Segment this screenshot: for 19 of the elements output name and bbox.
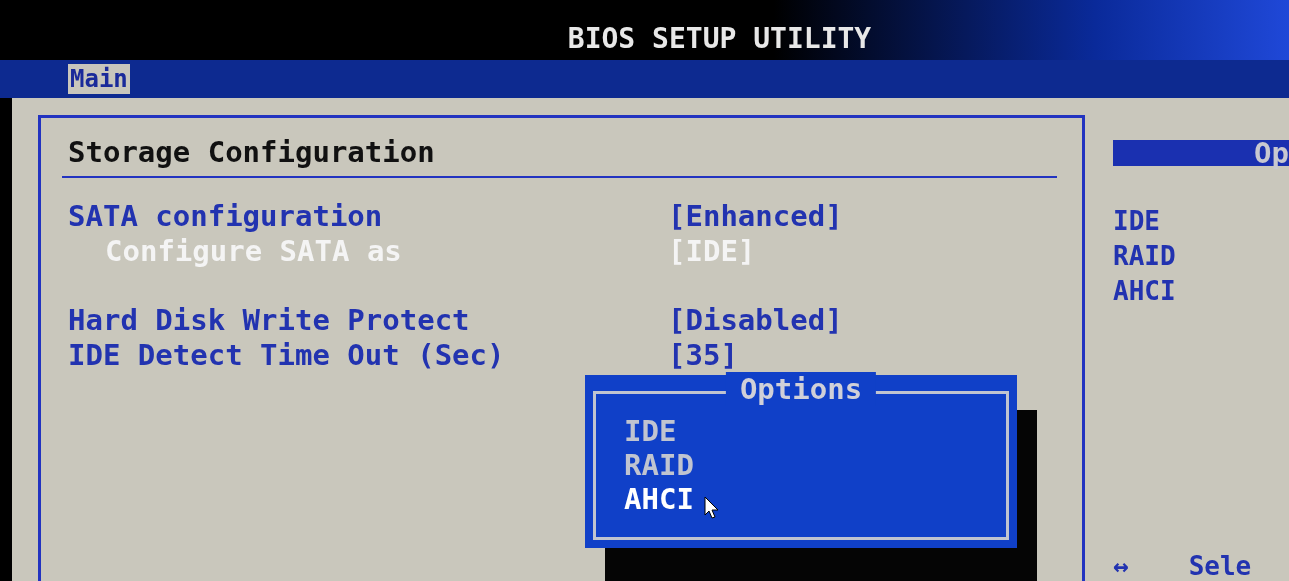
- setting-value[interactable]: [35]: [668, 337, 738, 372]
- window-title: BIOS SETUP UTILITY: [567, 22, 872, 56]
- setting-label[interactable]: Hard Disk Write Protect: [68, 302, 668, 337]
- setting-label[interactable]: IDE Detect Time Out (Sec): [68, 337, 668, 372]
- section-title: Storage Configuration: [68, 134, 436, 171]
- setting-value[interactable]: [Disabled]: [668, 302, 843, 337]
- setting-label[interactable]: SATA configuration: [68, 198, 668, 233]
- setting-value[interactable]: [Enhanced]: [668, 198, 843, 233]
- help-option: AHCI: [1113, 274, 1289, 309]
- popup-option[interactable]: RAID: [624, 448, 694, 482]
- key-hint: ↔: [1113, 551, 1129, 581]
- popup-title: Options: [725, 372, 877, 406]
- tab[interactable]: Main: [68, 64, 130, 94]
- popup-option[interactable]: AHCI: [624, 482, 694, 516]
- key-action: Sele: [1188, 551, 1252, 581]
- help-option: IDE: [1113, 204, 1289, 239]
- help-option: RAID: [1113, 239, 1289, 274]
- popup-option[interactable]: IDE: [624, 414, 677, 448]
- mouse-pointer-icon: [704, 496, 720, 520]
